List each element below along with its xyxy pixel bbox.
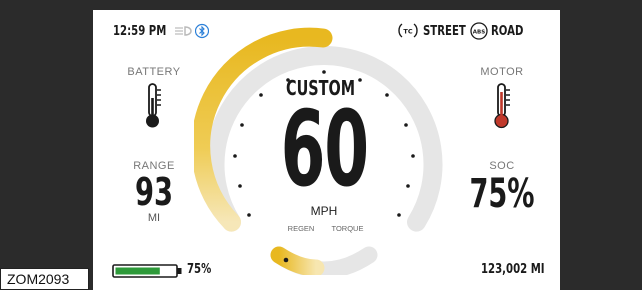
motor-label: MOTOR: [480, 66, 524, 78]
odometer: 123,002 MI: [481, 262, 545, 277]
regen-label: REGEN: [287, 224, 315, 233]
battery-label: BATTERY: [127, 66, 181, 78]
abs-icon-text: ABS: [473, 29, 485, 35]
battery-level-fill: [115, 267, 160, 275]
instrument-screen: 12:59 PM TC STREET ABS ROAD BATTERY RANG…: [93, 10, 560, 290]
regen-indicator-dot: [283, 257, 289, 263]
torque-label: TORQUE: [331, 224, 364, 233]
motor-temperature-icon: [494, 83, 510, 129]
battery-temperature-icon: [146, 83, 161, 128]
speed-value: 60: [280, 88, 369, 210]
soc-value: 75%: [469, 171, 535, 217]
headlight-icon: [175, 26, 192, 36]
dashboard-frame: 12:59 PM TC STREET ABS ROAD BATTERY RANG…: [0, 0, 642, 290]
battery-level-icon: [112, 264, 182, 278]
range-value: 93: [134, 170, 174, 214]
figure-id-label: ZOM2093: [0, 268, 89, 290]
speed-unit: MPH: [310, 204, 338, 218]
battery-percent: 75%: [187, 262, 212, 277]
abs-mode-label: ROAD: [491, 24, 524, 39]
clock: 12:59 PM: [113, 24, 167, 39]
range-unit: MI: [147, 212, 161, 224]
abs-icon: ABS: [470, 22, 488, 40]
